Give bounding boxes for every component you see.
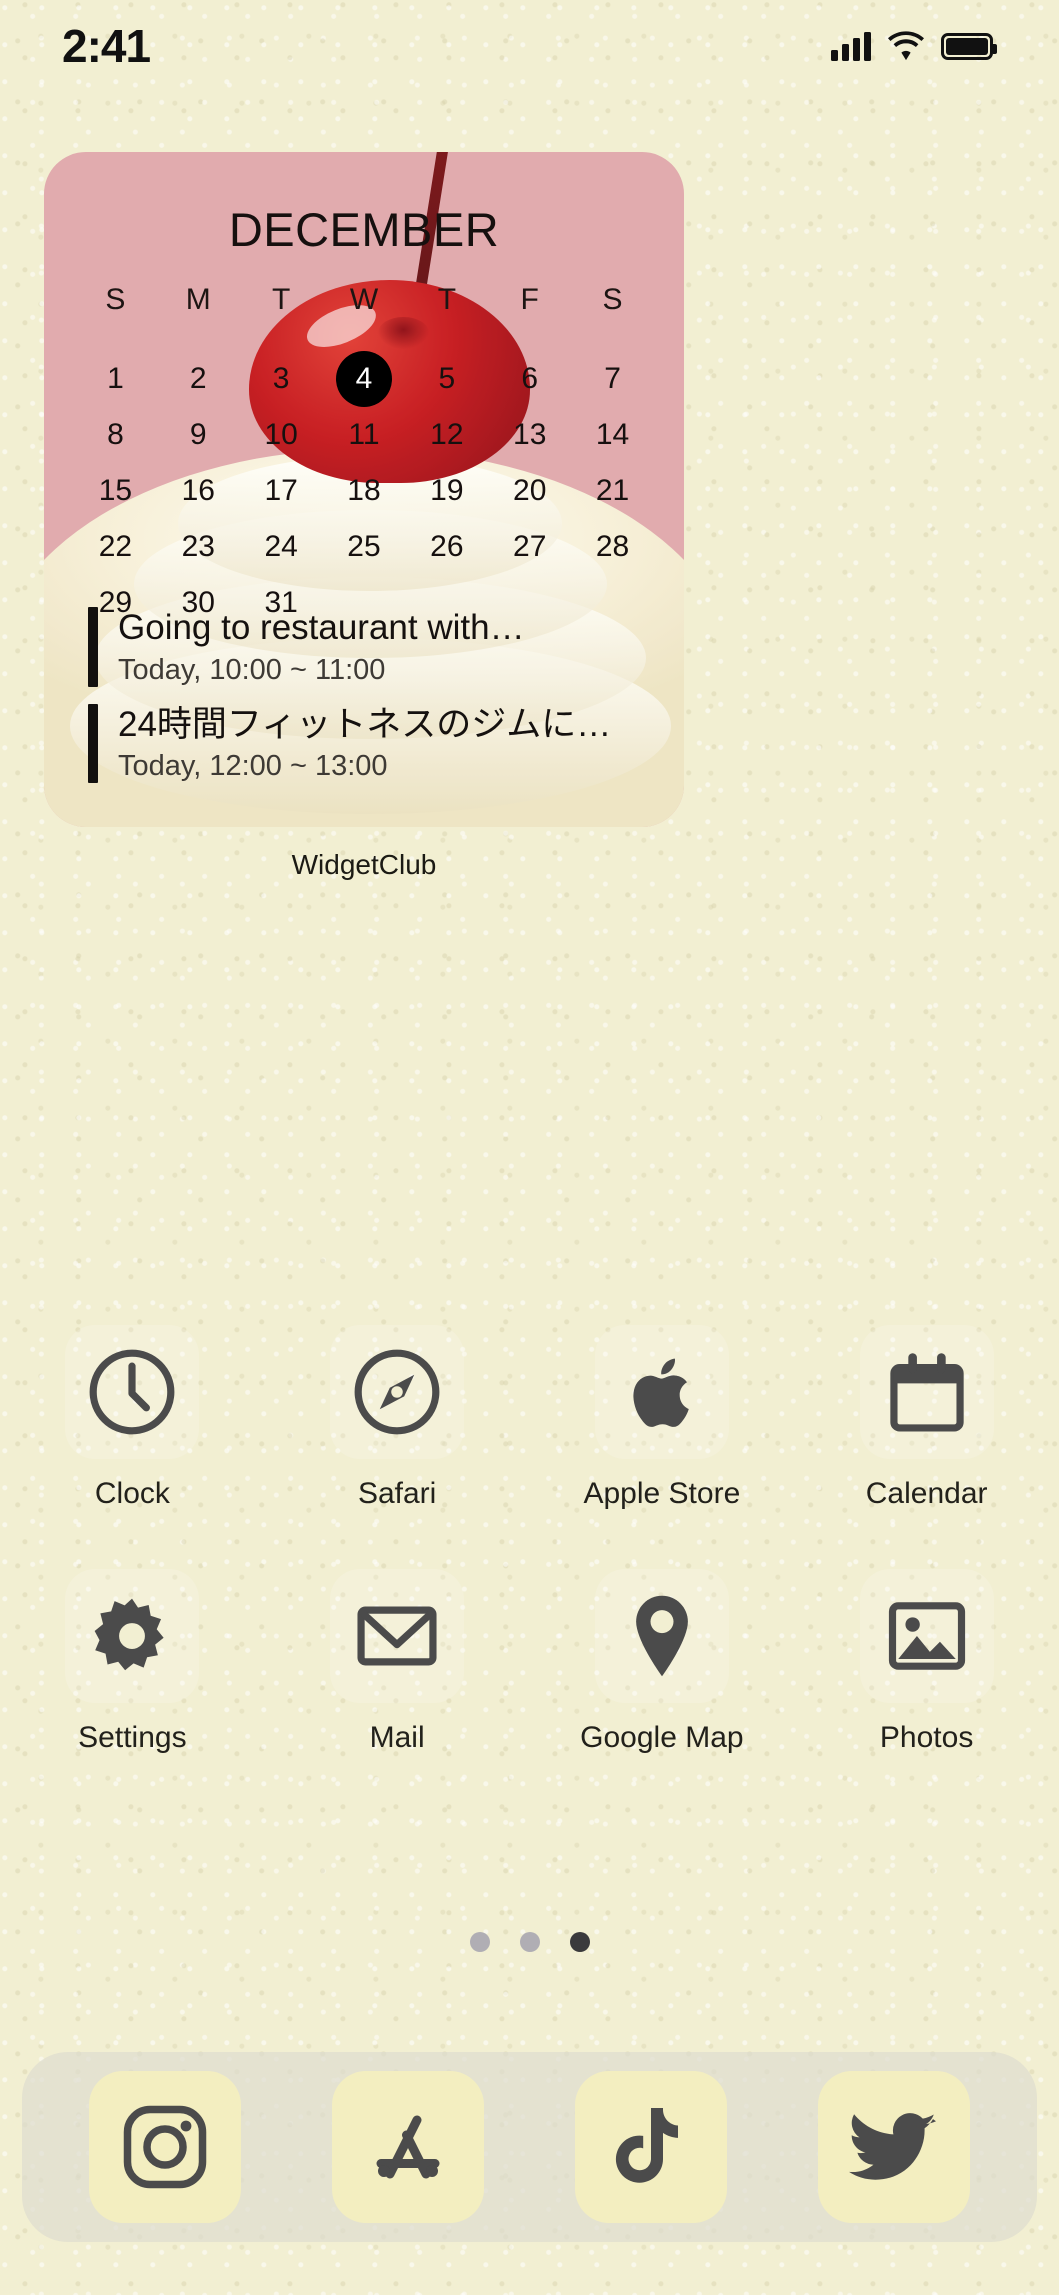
page-dot-2[interactable] [569,1932,590,1952]
widget-label: WidgetClub [291,849,437,880]
calendar-icon[interactable] [859,1325,994,1459]
dock-app-app-store[interactable] [332,2071,485,2223]
app-icon-safari[interactable]: Safari [265,1325,530,1511]
dock-app-tiktok[interactable] [574,2071,727,2223]
event-title: Going to restaurant with… [118,608,525,647]
apple-logo-icon[interactable] [594,1325,729,1459]
app-label: Clock [94,1477,170,1510]
app-icon-apple-store[interactable]: Apple Store [530,1325,795,1511]
calendar-day: 25 [347,530,381,563]
calendar-day: 7 [604,362,621,395]
calendar-day: 27 [513,530,547,563]
event-time: Today, 12:00 ~ 13:00 [118,750,388,783]
calendar-day: 17 [264,474,298,507]
widget-events-list: Going to restaurant with… Today, 10:00 ~… [88,607,654,800]
calendar-day: 20 [513,474,547,507]
calendar-widget-container[interactable]: DECEMBER SMTWTFS 1 2 3 4 5 6 7 8 9 10 11 12 13 14 15 16… [44,152,684,881]
dock-app-twitter[interactable] [817,2071,970,2223]
calendar-day: 23 [181,530,215,563]
safari-compass-icon[interactable] [330,1325,465,1459]
status-bar: 2:41 [0,0,1059,92]
envelope-icon[interactable] [330,1569,465,1703]
calendar-day: 9 [189,418,207,451]
app-grid: Clock Safari Apple Store Calendar Settings M… [0,1325,1059,1755]
dock [22,2052,1037,2242]
calendar-weekday-4: T [437,283,457,316]
calendar-day: 19 [430,474,464,507]
calendar-day: 24 [264,530,298,563]
event-accent-bar [88,607,98,687]
event-accent-bar [88,703,98,784]
app-icon-photos[interactable]: Photos [794,1569,1059,1755]
calendar-weekday-1: M [185,283,211,316]
calendar-day: 13 [513,418,547,451]
calendar-widget[interactable]: DECEMBER SMTWTFS 1 2 3 4 5 6 7 8 9 10 11 12 13 14 15 16… [44,152,684,827]
app-label: Apple Store [583,1477,741,1510]
map-pin-icon[interactable] [594,1569,729,1703]
app-row: Settings Mail Google Map Photos [0,1569,1059,1755]
event-title: 24時間フィットネスのジムに… [118,704,612,744]
calendar-weekday-6: S [602,283,623,316]
calendar-day: 15 [98,474,133,507]
app-icon-mail[interactable]: Mail [265,1569,530,1755]
app-label: Mail [369,1721,425,1754]
calendar-day: 11 [348,418,380,451]
app-row: Clock Safari Apple Store Calendar [0,1325,1059,1511]
calendar-weekday-3: W [349,283,379,316]
app-icon-settings[interactable]: Settings [0,1569,265,1755]
battery-icon [941,32,997,60]
calendar-weekday-5: F [520,283,539,316]
app-label: Photos [879,1721,974,1754]
photo-image-icon[interactable] [859,1569,994,1703]
calendar-day: 5 [438,362,456,395]
dock-app-instagram[interactable] [89,2071,242,2223]
event-item[interactable]: 24時間フィットネスのジムに… Today, 12:00 ~ 13:00 [88,703,654,784]
calendar-days-grid: 1 2 3 4 5 6 7 8 9 10 11 12 13 14 15 16 17 18 19 20 21 22 23 24 2… [74,351,654,631]
clock-icon[interactable] [65,1325,200,1459]
app-icon-google-map[interactable]: Google Map [530,1569,795,1755]
calendar-day: 3 [272,362,290,395]
calendar-day: 28 [595,530,630,563]
app-label: Google Map [580,1721,744,1754]
instagram-icon [117,2099,213,2195]
calendar-day: 2 [189,362,207,395]
cellular-signal-icon [831,31,871,61]
calendar-month-title: DECEMBER [228,203,500,256]
app-label: Settings [78,1721,187,1754]
event-time: Today, 10:00 ~ 11:00 [118,653,386,686]
calendar-day: 10 [264,418,298,451]
calendar-day: 22 [98,530,133,563]
status-bar-indicators [831,31,997,61]
app-label: Safari [357,1477,437,1510]
app-icon-clock[interactable]: Clock [0,1325,265,1511]
calendar-day: 14 [595,418,630,451]
calendar-day: 26 [430,530,464,563]
app-icon-calendar[interactable]: Calendar [794,1325,1059,1511]
calendar-day: 16 [181,474,215,507]
wifi-icon [888,31,924,61]
calendar-day: 6 [521,362,539,395]
calendar-weekday-row: SMTWTFS [74,277,654,331]
page-indicator[interactable] [0,1932,1059,1952]
app-label: Calendar [865,1477,988,1510]
event-item[interactable]: Going to restaurant with… Today, 10:00 ~… [88,607,654,687]
calendar-weekday-2: T [271,283,291,316]
tiktok-icon [603,2099,699,2195]
calendar-weekday-0: S [105,283,126,316]
twitter-bird-icon [846,2099,942,2195]
calendar-day: 21 [595,474,630,507]
page-dot-0[interactable] [469,1932,490,1952]
status-bar-clock: 2:41 [62,20,151,72]
calendar-day: 1 [107,362,124,395]
calendar-day: 18 [347,474,381,507]
calendar-day-today: 4 [323,351,406,407]
gear-icon[interactable] [65,1569,200,1703]
page-dot-1[interactable] [519,1932,540,1952]
calendar-day: 12 [430,418,464,451]
app-store-icon [360,2099,456,2195]
calendar-day: 8 [107,418,124,451]
